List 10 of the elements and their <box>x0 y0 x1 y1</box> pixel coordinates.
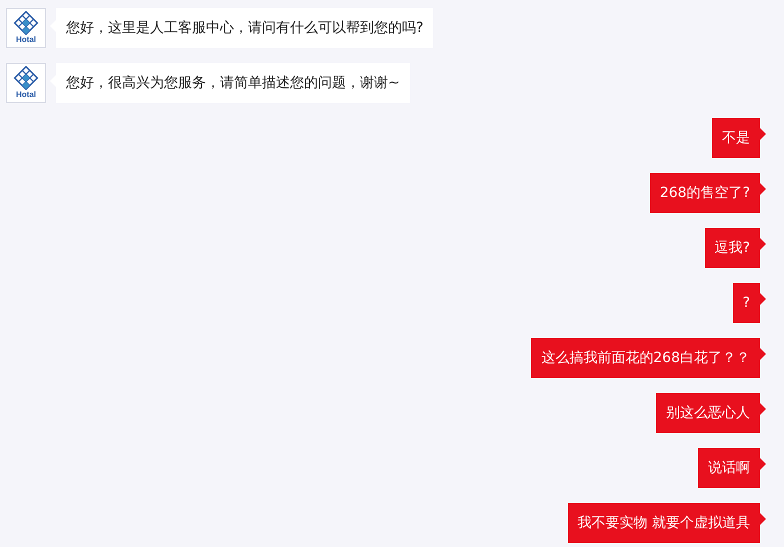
bubble-tail <box>760 348 766 360</box>
logo-text: Hotal <box>16 90 36 99</box>
bubble-tail <box>760 513 766 525</box>
bubble-tail <box>760 128 766 140</box>
bubble-tail <box>760 403 766 415</box>
logo-text: Hotal <box>16 35 36 44</box>
bubble-tail <box>760 183 766 195</box>
bubble-tail <box>760 238 766 250</box>
bubble-tail <box>760 293 766 305</box>
bubble-tail <box>760 458 766 470</box>
